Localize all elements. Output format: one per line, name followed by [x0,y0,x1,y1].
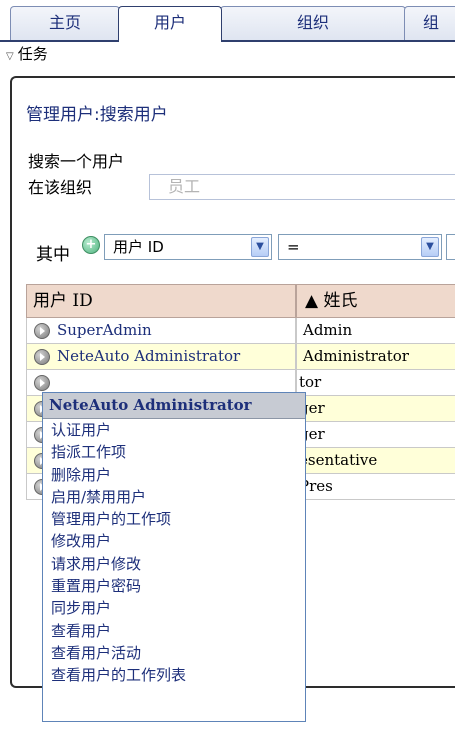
where-label: 其中 [36,245,70,265]
chevron-down-icon[interactable]: ▼ [421,237,439,257]
value-input[interactable]: * [446,234,455,260]
organization-label: 在该组织 [28,178,93,197]
task-label: 任务 [17,45,48,63]
collapse-triangle-icon[interactable]: ▽ [6,45,14,69]
last-name-cell: Admin [296,318,455,344]
tab-users[interactable]: 用户 [118,6,222,42]
user-id-cell[interactable]: NeteAuto Administrator [26,344,296,370]
last-name-cell: ger [296,396,455,422]
search-user-label: 搜索一个用户 [28,152,125,171]
menu-item-reset-password[interactable]: 重置用户密码 [43,575,305,597]
column-header-user-id[interactable]: 用户 ID [26,284,296,318]
menu-item-view-user-worklist[interactable]: 查看用户的工作列表 [43,664,305,686]
menu-item-certify-user[interactable]: 认证用户 [43,419,305,441]
context-menu-title: NeteAuto Administrator [43,393,305,419]
field-select[interactable]: 用户 ID ▼ [104,234,272,260]
user-context-menu: NeteAuto Administrator 认证用户 指派工作项 删除用户 启… [42,392,306,722]
menu-item-modify-user[interactable]: 修改用户 [43,530,305,552]
last-name-cell: Administrator [296,344,455,370]
user-id-link[interactable]: SuperAdmin [57,321,152,339]
add-condition-icon[interactable]: + [82,236,100,254]
row-action-icon[interactable] [34,349,50,365]
user-id-link[interactable]: NeteAuto Administrator [57,347,240,365]
tab-bar: 主页 用户 组织 组 [0,0,455,42]
field-select-value: 用户 ID [113,238,164,256]
table-row[interactable]: NeteAuto Administrator Administrator [26,344,455,370]
user-id-cell[interactable]: SuperAdmin [26,318,296,344]
column-header-last-name[interactable]: ▲ 姓氏 [296,284,455,318]
operator-select-value: = [287,238,300,256]
row-action-icon[interactable] [34,375,50,391]
menu-item-enable-disable-user[interactable]: 启用/禁用用户 [43,486,305,508]
menu-item-manage-work-items[interactable]: 管理用户的工作项 [43,508,305,530]
menu-item-sync-user[interactable]: 同步用户 [43,597,305,619]
organization-input[interactable]: 员工 [149,174,455,200]
last-name-cell: esentative [296,448,455,474]
task-section-header[interactable]: ▽ 任务 [0,42,455,66]
menu-item-delete-user[interactable]: 删除用户 [43,464,305,486]
tab-groups[interactable]: 组 [404,6,455,40]
menu-item-request-user-modify[interactable]: 请求用户修改 [43,553,305,575]
last-name-cell: Pres [296,474,455,500]
last-name-cell: tor [296,370,455,396]
menu-item-assign-work-item[interactable]: 指派工作项 [43,441,305,463]
operator-select[interactable]: = ▼ [278,234,442,260]
last-name-cell: ger [296,422,455,448]
menu-item-view-user-activity[interactable]: 查看用户活动 [43,642,305,664]
table-row[interactable]: SuperAdmin Admin [26,318,455,344]
tab-home[interactable]: 主页 [10,6,120,40]
page-title: 管理用户:搜索用户 [26,105,168,125]
row-action-icon[interactable] [34,323,50,339]
menu-item-view-user[interactable]: 查看用户 [43,620,305,642]
tab-organizations[interactable]: 组织 [220,6,406,40]
chevron-down-icon[interactable]: ▼ [251,237,269,257]
